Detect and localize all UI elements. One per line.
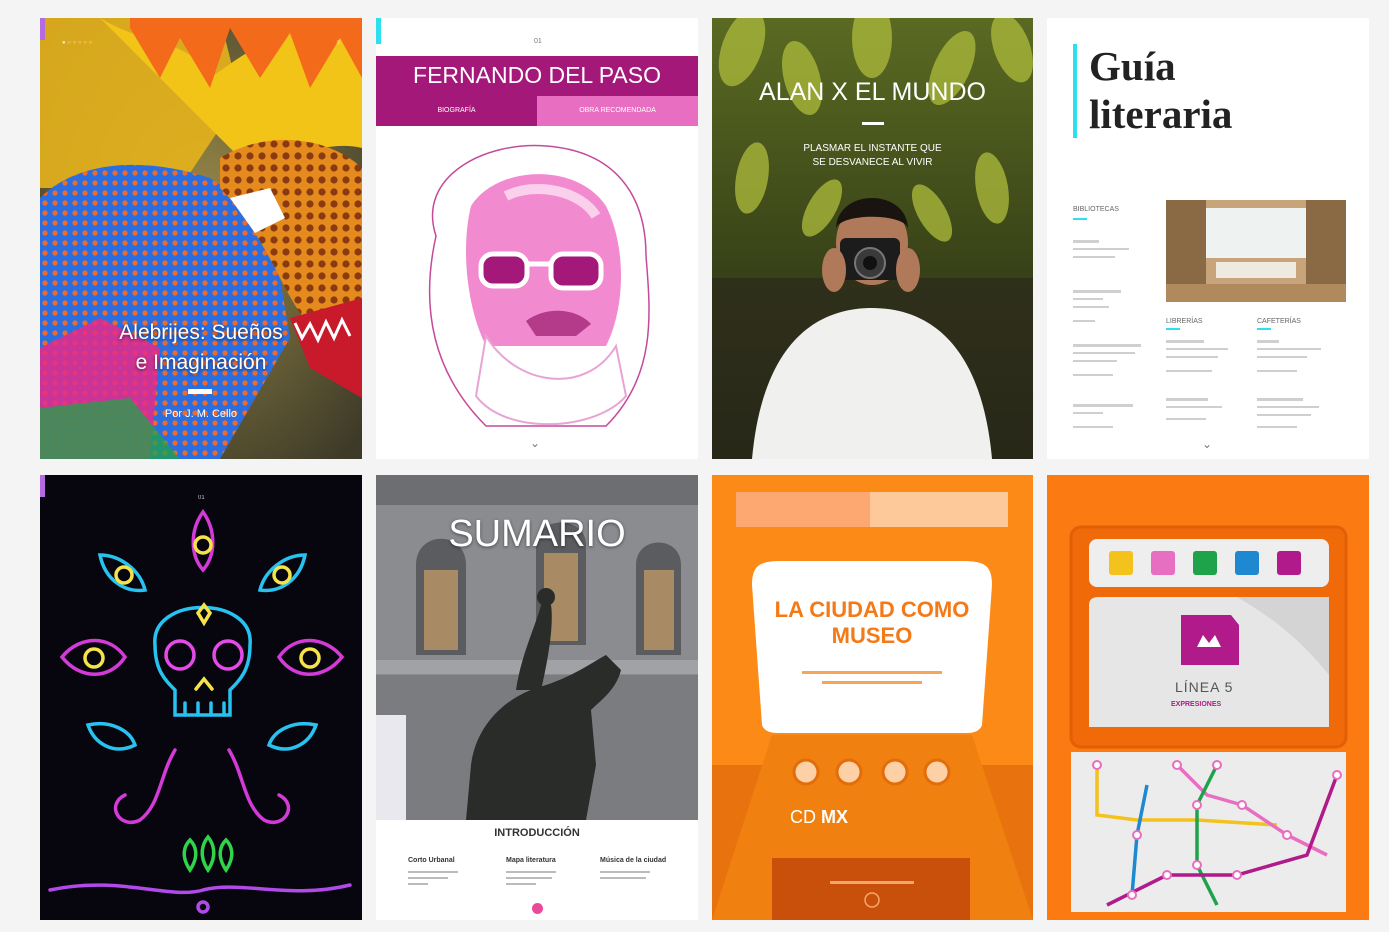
chevron-down-icon[interactable]: ⌄ bbox=[1202, 437, 1212, 451]
card-sumario[interactable]: SUMARIO INTRODUCCIÓN Corto Urbanal Mapa … bbox=[376, 475, 698, 920]
summary-text-lines bbox=[408, 871, 650, 885]
neon-skull-illustration bbox=[48, 509, 352, 914]
logo-cdmx: CD MX bbox=[790, 807, 849, 827]
fernando-title: FERNANDO DEL PASO bbox=[413, 62, 661, 88]
sumario-col-3: Música de la ciudad bbox=[600, 857, 667, 864]
guia-title: Guía literaria bbox=[1089, 43, 1233, 137]
sumario-col-2: Mapa literatura bbox=[506, 857, 556, 864]
sumario-title: SUMARIO bbox=[448, 513, 626, 555]
alan-divider bbox=[862, 122, 884, 125]
card-guia-literaria[interactable]: Guía literaria BIBLIOTECAS LIBRERÍAS CAF… bbox=[1047, 18, 1369, 459]
alan-title: ALAN X EL MUNDO bbox=[759, 78, 986, 106]
portrait-illustration bbox=[428, 144, 650, 427]
tab-biografia[interactable]: BIOGRAFÍA bbox=[376, 96, 537, 126]
ciudad-subtitle-lines bbox=[802, 671, 942, 684]
card-alan-x-el-mundo[interactable]: ALAN X EL MUNDO PLASMAR EL INSTANTE QUE … bbox=[712, 18, 1033, 459]
card-fernando-del-paso[interactable]: 01 FERNANDO DEL PASO BIOGRAFÍA OBRA RECO… bbox=[376, 18, 698, 459]
ciudad-title: LA CIUDAD COMO MUSEO bbox=[774, 597, 970, 648]
alebrijes-title: Alebrijes: Sueños e Imaginación bbox=[119, 321, 283, 374]
card-alebrijes[interactable]: ● ○ ○ ○ ○ ○ ≡ Alebrijes: Sueños e Imagin… bbox=[40, 18, 362, 459]
sumario-col-1: Corto Urbanal bbox=[408, 857, 455, 864]
card-metro-linea-5[interactable]: LÍNEA 5 EXPRESIONES bbox=[1047, 475, 1369, 920]
museum-illustration bbox=[712, 561, 1033, 920]
chevron-down-icon[interactable]: ⌄ bbox=[530, 436, 540, 450]
alebrijes-byline: Por J. M. Cello bbox=[164, 408, 238, 420]
listing-lines bbox=[1073, 240, 1321, 428]
page-number: 01 bbox=[534, 38, 542, 45]
section-introduccion: INTRODUCCIÓN bbox=[494, 827, 580, 839]
tab-obra-recomendada[interactable]: OBRA RECOMENDADA bbox=[537, 96, 698, 126]
section-bibliotecas: BIBLIOTECAS bbox=[1073, 206, 1119, 213]
card-ciudad-como-museo[interactable]: LA CIUDAD COMO MUSEO CD MX bbox=[712, 475, 1033, 920]
underline bbox=[1073, 218, 1087, 220]
metro-line-name: LÍNEA 5 bbox=[1175, 679, 1234, 695]
card-neon-calavera[interactable]: 01 bbox=[40, 475, 362, 920]
page-dot[interactable] bbox=[532, 903, 543, 914]
alebrijes-divider bbox=[188, 389, 212, 394]
metro-line-sub: EXPRESIONES bbox=[1171, 701, 1222, 708]
alan-subtitle: PLASMAR EL INSTANTE QUE SE DESVANECE AL … bbox=[803, 143, 942, 168]
metro-illustration bbox=[1069, 525, 1348, 912]
cyan-marker bbox=[376, 18, 381, 44]
cyan-accent-bar bbox=[1073, 44, 1077, 138]
